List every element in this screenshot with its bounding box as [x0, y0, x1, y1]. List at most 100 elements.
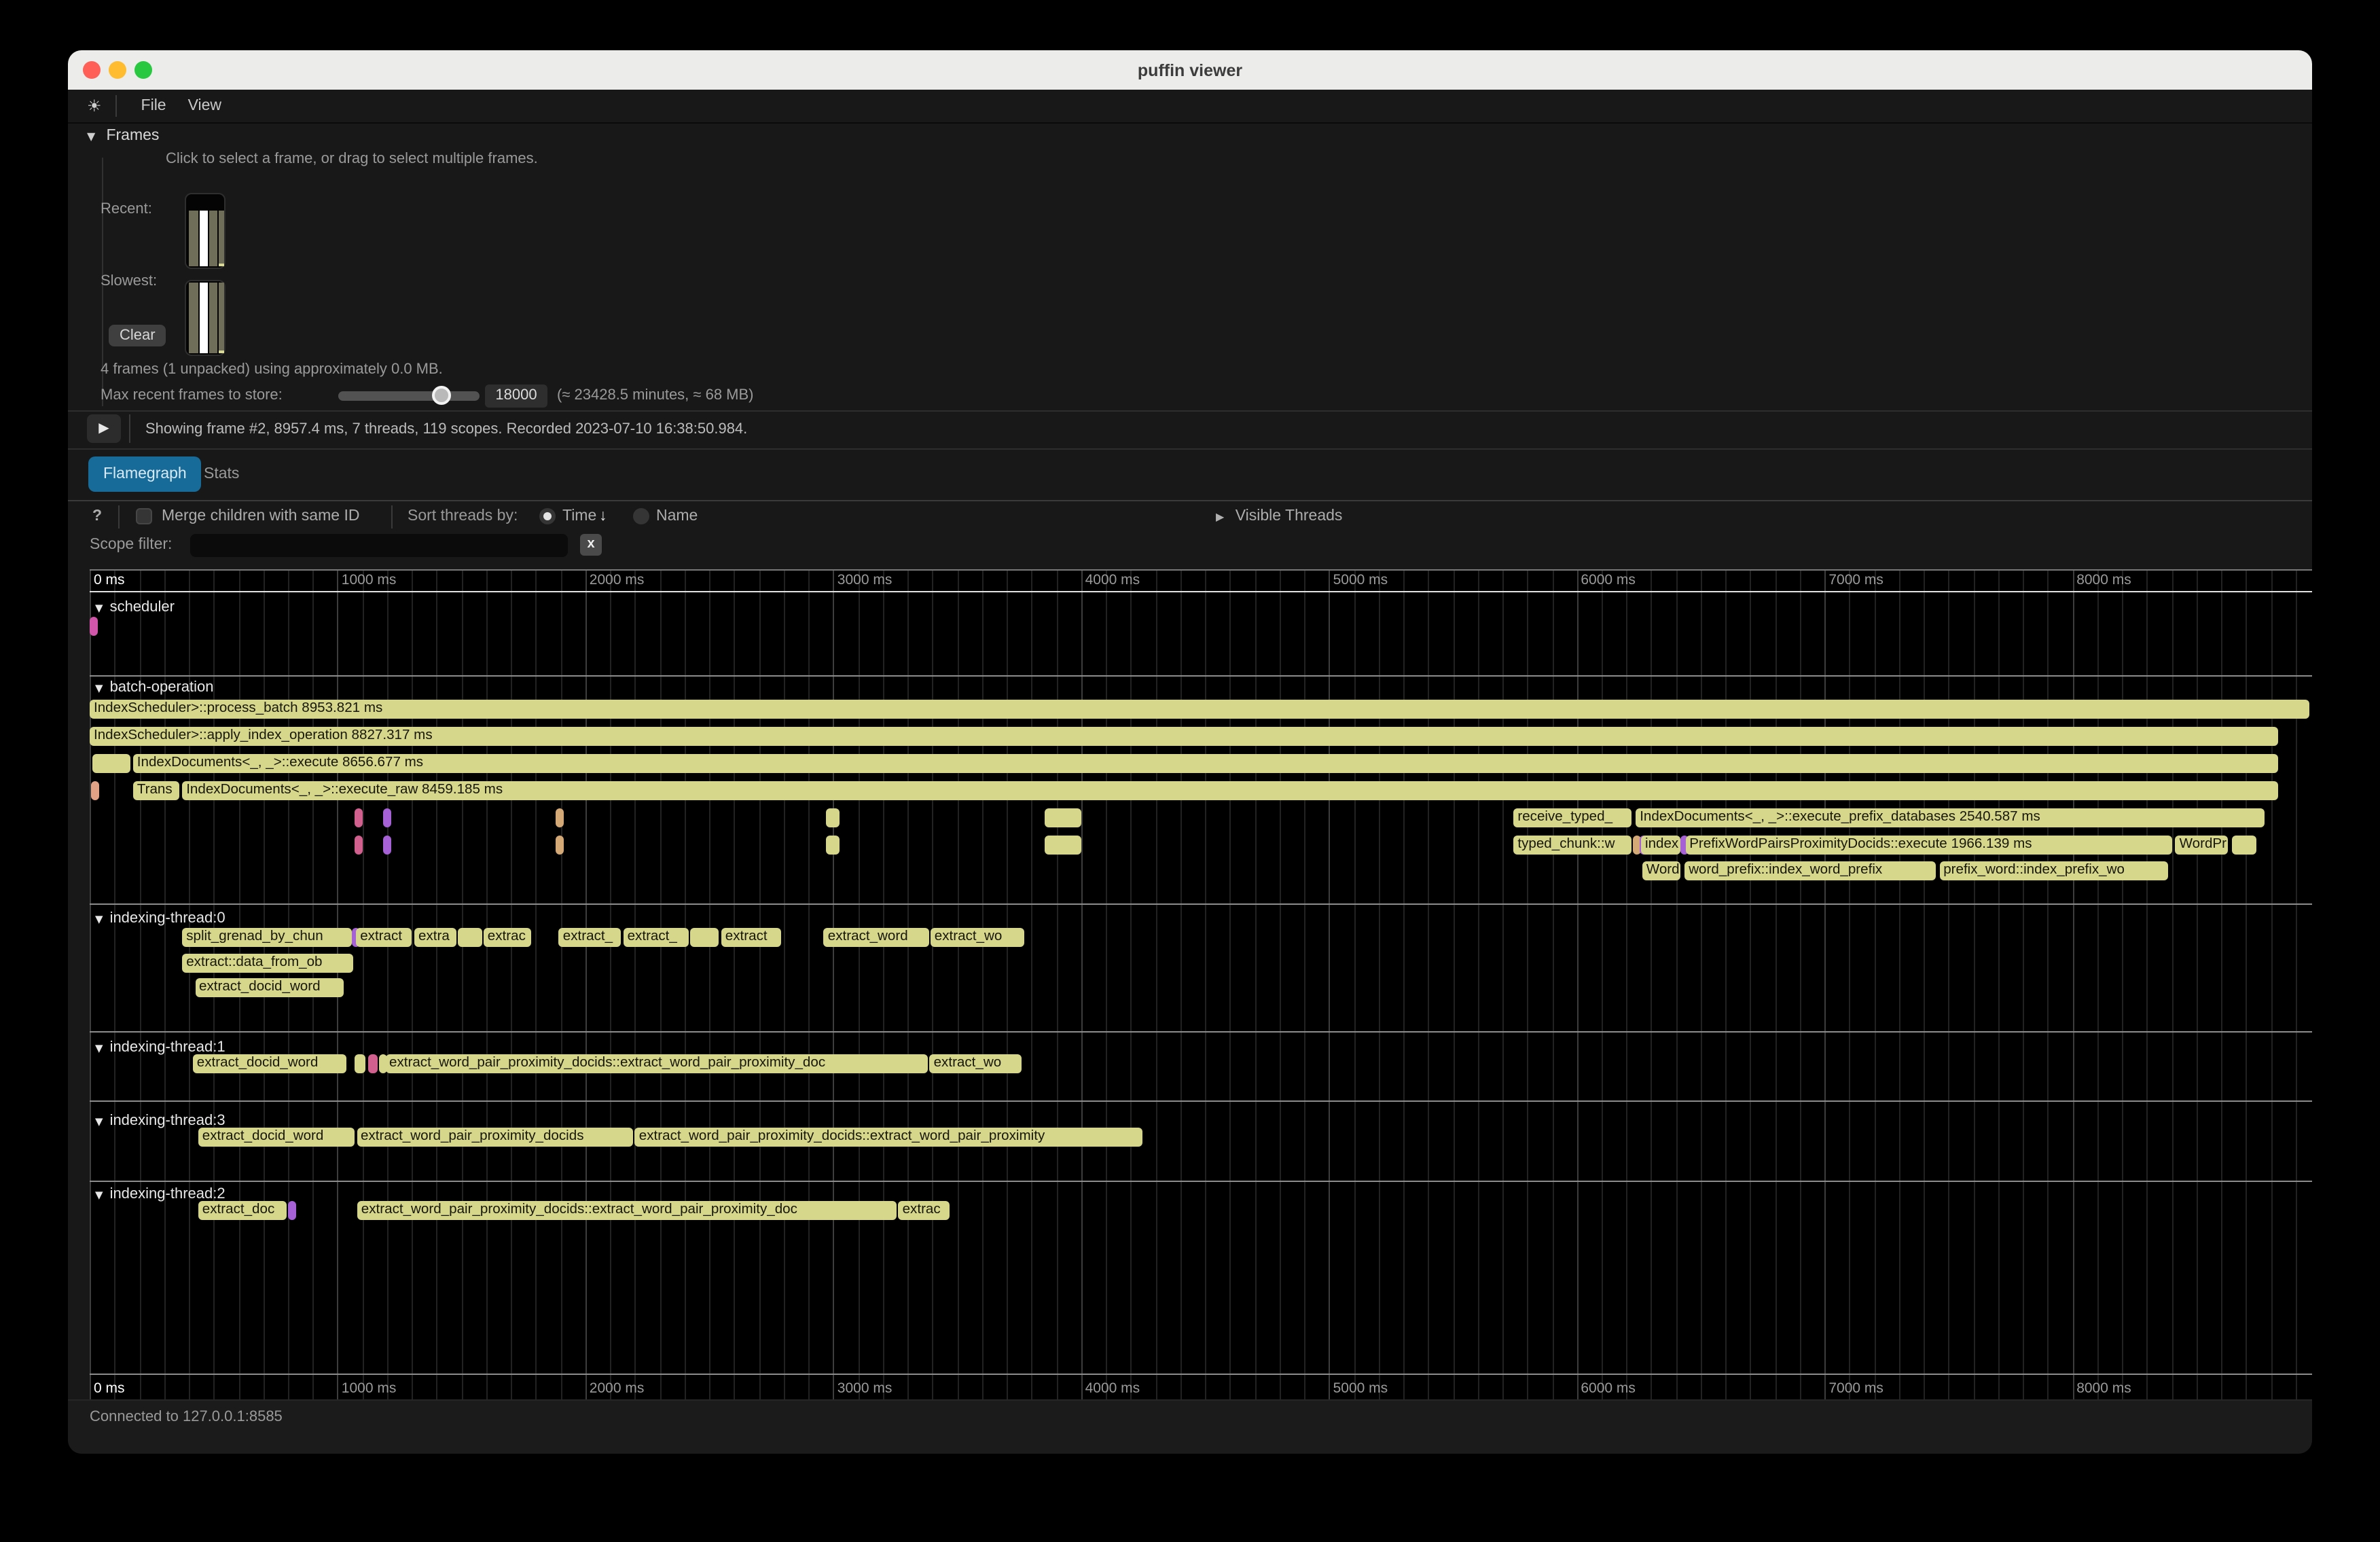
tab-stats[interactable]: Stats	[189, 456, 254, 492]
scope-bar[interactable]: IndexDocuments<_, _>::execute_prefix_dat…	[1636, 808, 2265, 827]
max-frames-value[interactable]: 18000	[485, 384, 547, 408]
zoom-window-button[interactable]	[134, 61, 152, 79]
scope-bar[interactable]: WordPr	[2176, 835, 2229, 854]
scope-bar[interactable]: Word	[1642, 861, 1681, 880]
scope-bar[interactable]: extrac	[484, 928, 531, 947]
axis-tick-label: 8000 ms	[2076, 1380, 2131, 1397]
scope-bar[interactable]: extract_word_pair_proximity_docids::extr…	[385, 1054, 928, 1073]
scope-bar[interactable]: IndexDocuments<_, _>::execute 8656.677 m…	[133, 754, 2279, 773]
scope-bar[interactable]: IndexScheduler>::process_batch 8953.821 …	[90, 700, 2309, 719]
max-frames-slider-knob[interactable]	[432, 386, 451, 405]
help-button[interactable]: ?	[92, 508, 102, 524]
merge-children-checkbox[interactable]	[136, 508, 152, 524]
close-window-button[interactable]	[83, 61, 101, 79]
scope-bar[interactable]	[384, 835, 392, 854]
scope-bar[interactable]: receive_typed_	[1513, 808, 1631, 827]
window-title: puffin viewer	[1138, 60, 1242, 79]
scope-bar[interactable]: split_grenad_by_chun	[182, 928, 353, 947]
thread-header-indexing-thread:0[interactable]: ▼indexing-thread:0	[95, 910, 226, 927]
grid-line	[1750, 569, 1752, 1399]
scope-bar[interactable]	[90, 617, 98, 636]
sort-name-radio[interactable]	[633, 508, 649, 524]
scope-bar[interactable]	[355, 1054, 365, 1073]
scope-filter-input[interactable]	[190, 534, 568, 557]
scope-bar[interactable]	[826, 835, 840, 854]
scope-bar[interactable]	[91, 781, 99, 800]
visible-threads-collapse-header[interactable]: ▶ Visible Threads	[1216, 508, 1342, 524]
scope-bar[interactable]	[691, 928, 719, 947]
sort-time-radio[interactable]	[539, 508, 556, 524]
scope-bar[interactable]	[355, 808, 363, 827]
grid-line	[2246, 569, 2248, 1399]
grid-line	[1725, 569, 1727, 1399]
sort-name-label[interactable]: Name	[656, 508, 698, 524]
grid-line	[1428, 569, 1429, 1399]
scope-bar[interactable]: index	[1641, 835, 1680, 854]
sort-time-label[interactable]: Time	[562, 508, 596, 524]
scope-bar[interactable]	[92, 754, 130, 773]
scope-bar[interactable]: extract_docid_word	[195, 978, 344, 997]
play-button[interactable]: ▶	[87, 414, 121, 443]
scope-bar[interactable]: typed_chunk::w	[1513, 835, 1631, 854]
scope-bar[interactable]: extract_word_pair_proximity_docids::extr…	[357, 1201, 897, 1220]
scope-bar[interactable]: extract_	[624, 928, 689, 947]
theme-toggle-icon[interactable]: ☀	[87, 96, 102, 115]
thread-header-scheduler[interactable]: ▼scheduler	[95, 599, 175, 615]
thread-header-indexing-thread:2[interactable]: ▼indexing-thread:2	[95, 1186, 226, 1202]
collapse-triangle-icon: ▼	[95, 913, 103, 925]
clear-filter-button[interactable]: x	[580, 534, 602, 556]
scope-bar[interactable]	[288, 1201, 296, 1220]
scope-bar[interactable]: extract_word_pair_proximity_docids::extr…	[635, 1128, 1142, 1147]
scope-bar[interactable]	[384, 808, 392, 827]
scope-bar[interactable]	[556, 808, 564, 827]
grid-line	[1131, 569, 1132, 1399]
max-frames-slider[interactable]	[338, 391, 480, 401]
tab-flamegraph[interactable]: Flamegraph	[88, 456, 202, 492]
scope-bar[interactable]	[458, 928, 482, 947]
scope-bar[interactable]: extract_docid_word	[193, 1054, 346, 1073]
slowest-label: Slowest:	[101, 273, 157, 289]
sort-direction-arrow-icon[interactable]: ↓	[599, 508, 607, 524]
scope-bar[interactable]	[1045, 835, 1082, 854]
thread-header-batch-operation[interactable]: ▼batch-operation	[95, 679, 213, 696]
grid-line	[1403, 569, 1405, 1399]
scope-bar[interactable]: extract_	[559, 928, 621, 947]
frames-summary: 4 frames (1 unpacked) using approximatel…	[101, 361, 443, 378]
minimize-window-button[interactable]	[109, 61, 126, 79]
scope-bar[interactable]: extract::data_from_ob	[182, 953, 354, 972]
scope-bar[interactable]	[355, 835, 363, 854]
scope-bar[interactable]: prefix_word::index_prefix_wo	[1939, 861, 2168, 880]
scope-bar[interactable]: extract	[721, 928, 782, 947]
scope-bar[interactable]	[556, 835, 564, 854]
scope-bar[interactable]: extra	[414, 928, 456, 947]
thread-header-indexing-thread:3[interactable]: ▼indexing-thread:3	[95, 1113, 226, 1129]
scope-bar[interactable]: extract_word_pair_proximity_docids	[357, 1128, 633, 1147]
scope-bar[interactable]: word_prefix::index_word_prefix	[1684, 861, 1936, 880]
scope-bar[interactable]: IndexDocuments<_, _>::execute_raw 8459.1…	[182, 781, 2279, 800]
menu-view[interactable]: View	[177, 98, 232, 114]
scope-bar[interactable]: extract_word	[824, 928, 929, 947]
scope-bar[interactable]: extract_wo	[930, 1054, 1022, 1073]
scope-bar[interactable]: extract_doc	[198, 1201, 287, 1220]
grid-line	[1056, 569, 1058, 1399]
scope-bar[interactable]: Trans	[133, 781, 179, 800]
scope-bar[interactable]	[2232, 835, 2256, 854]
frames-collapse-header[interactable]: ▼ Frames	[87, 128, 159, 144]
sort-threads-label: Sort threads by:	[408, 508, 518, 524]
scope-bar[interactable]: IndexScheduler>::apply_index_operation 8…	[90, 727, 2277, 746]
scope-bar[interactable]: extrac	[899, 1201, 950, 1220]
scope-bar[interactable]: PrefixWordPairsProximityDocids::execute …	[1685, 835, 2172, 854]
flamegraph-canvas[interactable]: 0 ms1000 ms2000 ms3000 ms4000 ms5000 ms6…	[90, 569, 2312, 1399]
slowest-frame-thumbnail[interactable]	[185, 280, 226, 356]
recent-frame-thumbnail[interactable]	[185, 193, 226, 269]
scope-bar[interactable]	[368, 1054, 378, 1073]
merge-children-label[interactable]: Merge children with same ID	[162, 508, 359, 524]
scope-bar[interactable]: extract	[356, 928, 412, 947]
clear-button[interactable]: Clear	[109, 325, 166, 346]
thread-header-indexing-thread:1[interactable]: ▼indexing-thread:1	[95, 1039, 226, 1056]
scope-bar[interactable]: extract_docid_word	[198, 1128, 355, 1147]
scope-bar[interactable]	[826, 808, 840, 827]
scope-bar[interactable]: extract_wo	[931, 928, 1025, 947]
scope-bar[interactable]	[1045, 808, 1082, 827]
menu-file[interactable]: File	[130, 98, 177, 114]
